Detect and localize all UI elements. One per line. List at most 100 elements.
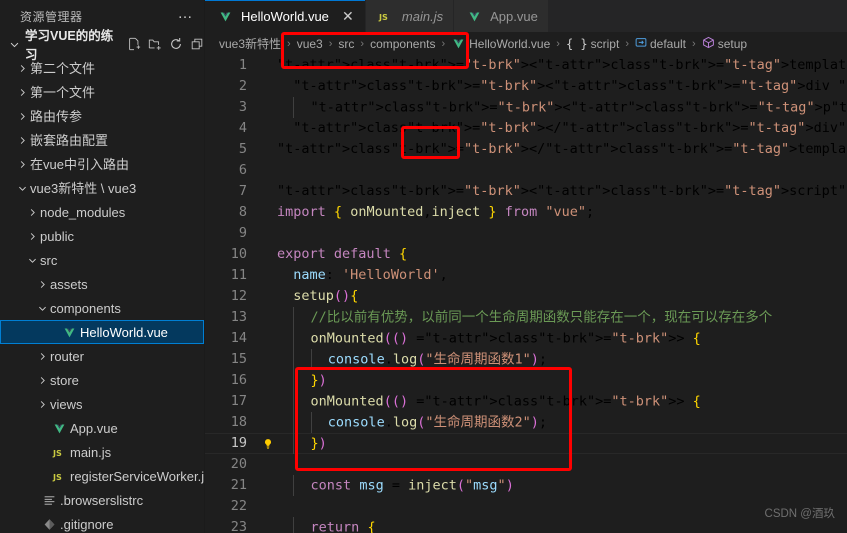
chevron-right-icon[interactable] — [34, 375, 50, 386]
breadcrumb-item-default[interactable]: default — [635, 36, 686, 51]
breadcrumb-item-setup[interactable]: setup — [702, 36, 747, 52]
chevron-down-icon[interactable] — [6, 39, 22, 50]
tree-item-views[interactable]: views — [0, 392, 204, 416]
code-line[interactable]: 2 "t-attr">class"t-brk">="t-brk"><"t-att… — [205, 76, 847, 97]
chevron-right-icon[interactable] — [34, 399, 50, 410]
tree-item-.browserslistrc[interactable]: .browserslistrc — [0, 488, 204, 512]
chevron-right-icon[interactable] — [14, 63, 30, 74]
line-number: 11 — [230, 267, 247, 283]
vscode-window: 资源管理器 … 学习VUE的的练习 第二个文件 第一个文件 路由传参 嵌套路由配… — [0, 0, 847, 533]
code-text: "t-attr">class"t-brk">="t-brk"></"t-attr… — [277, 141, 847, 157]
code-line[interactable]: 4 "t-attr">class"t-brk">="t-brk"></"t-at… — [205, 118, 847, 139]
code-line[interactable]: 6 — [205, 160, 847, 181]
more-actions-icon[interactable]: … — [178, 6, 195, 23]
breadcrumb-item-components[interactable]: components — [370, 37, 435, 51]
breadcrumb-separator-icon: › — [328, 37, 333, 50]
refresh-icon[interactable] — [169, 37, 183, 51]
code-line[interactable]: 18 console.log("生命周期函数2"); — [205, 411, 847, 433]
code-line[interactable]: 13 //比以前有优势，以前同一个生命周期函数只能存在一个，现在可以存在多个 — [205, 306, 847, 328]
code-line[interactable]: 16 }) — [205, 369, 847, 392]
tree-item-components[interactable]: components — [0, 296, 204, 320]
code-line[interactable]: 9 — [205, 223, 847, 244]
breadcrumb-item-src[interactable]: src — [338, 37, 354, 51]
tree-item-src[interactable]: src — [0, 248, 204, 272]
tree-item-vue3-vue3[interactable]: vue3新特性 \ vue3 — [0, 176, 204, 200]
code-line[interactable]: 17 onMounted(() ="t-attr">class"t-brk">=… — [205, 390, 847, 412]
module-icon — [635, 36, 647, 51]
chevron-down-icon[interactable] — [14, 183, 30, 194]
code-line[interactable]: 20 — [205, 454, 847, 475]
chevron-right-icon[interactable] — [24, 231, 40, 242]
breadcrumb-item-vue3-[interactable]: vue3新特性 — [219, 35, 281, 52]
breadcrumb-separator-icon: › — [360, 37, 365, 50]
indent-guide — [293, 390, 295, 412]
tree-item-public[interactable]: public — [0, 224, 204, 248]
tree-item--[interactable]: 路由传参 — [0, 104, 204, 128]
chevron-right-icon[interactable] — [14, 135, 30, 146]
code-line[interactable]: 22 — [205, 496, 847, 517]
breadcrumb-separator-icon: › — [287, 37, 291, 50]
code-line[interactable]: 14 onMounted(() ="t-attr">class"t-brk">=… — [205, 327, 847, 350]
chevron-right-icon[interactable] — [34, 279, 50, 290]
chevron-right-icon[interactable] — [14, 111, 30, 122]
code-line[interactable]: 3 "t-attr">class"t-brk">="t-brk"><"t-att… — [205, 96, 847, 118]
chevron-right-icon[interactable] — [24, 207, 40, 218]
code-line[interactable]: 12 setup(){ — [205, 286, 847, 307]
tree-item-store[interactable]: store — [0, 368, 204, 392]
code-line[interactable]: 15 console.log("生命周期函数1"); — [205, 348, 847, 370]
tree-item-main.js[interactable]: JS main.js — [0, 440, 204, 464]
new-folder-icon[interactable] — [148, 37, 162, 51]
breadcrumb-item-helloworld-vue[interactable]: HelloWorld.vue — [451, 37, 550, 51]
chevron-down-icon[interactable] — [34, 303, 50, 314]
tree-item-label: .browserslistrc — [60, 492, 144, 508]
code-text: name: 'HelloWorld', — [293, 267, 448, 283]
code-line[interactable]: 5 "t-attr">class"t-brk">="t-brk"></"t-att… — [205, 139, 847, 160]
breadcrumb-item-script[interactable]: { } script — [566, 37, 619, 51]
editor-tab-main-js[interactable]: JS main.js — [365, 0, 455, 32]
tree-item-label: store — [50, 372, 79, 388]
tree-item--vue-[interactable]: 在vue中引入路由 — [0, 152, 204, 176]
chevron-right-icon[interactable] — [14, 87, 30, 98]
tree-item-helloworld.vue[interactable]: HelloWorld.vue — [0, 320, 204, 344]
code-line[interactable]: 8 import { onMounted,inject } from "vue"; — [205, 202, 847, 223]
code-editor[interactable]: 1 "t-attr">class"t-brk">="t-brk"><"t-attr… — [205, 55, 847, 533]
tree-item-app.vue[interactable]: App.vue — [0, 416, 204, 440]
tree-item-registerserviceworker.js[interactable]: JS registerServiceWorker.js — [0, 464, 205, 488]
code-text: onMounted(() ="t-attr">class"t-brk">="t-… — [277, 327, 847, 350]
breadcrumb-label: components — [370, 36, 436, 51]
tree-item--[interactable]: 第二个文件 — [0, 56, 204, 80]
chevron-right-icon[interactable] — [14, 159, 30, 170]
tree-item-assets[interactable]: assets — [0, 272, 204, 296]
tree-item--[interactable]: 第一个文件 — [0, 80, 204, 104]
code-line[interactable]: 23 return { — [205, 516, 847, 533]
chevron-down-icon[interactable] — [24, 255, 40, 266]
code-line[interactable]: 1 "t-attr">class"t-brk">="t-brk"><"t-attr… — [205, 55, 847, 76]
workspace-root-row[interactable]: 学习VUE的的练习 — [0, 29, 204, 62]
code-line[interactable]: 11 name: 'HelloWorld', — [205, 265, 847, 286]
collapse-all-icon[interactable] — [190, 37, 204, 51]
code-line[interactable]: 19 }) — [205, 432, 847, 454]
code-line[interactable]: 21 const msg = inject("msg") — [205, 474, 847, 496]
lightbulb-quickfix-icon[interactable] — [259, 438, 277, 450]
tree-item-.gitignore[interactable]: .gitignore — [0, 512, 204, 533]
chevron-right-icon[interactable] — [34, 351, 50, 362]
code-line[interactable]: 7 "t-attr">class"t-brk">="t-brk"><"t-attr… — [205, 181, 847, 202]
tree-item--[interactable]: 嵌套路由配置 — [0, 128, 204, 152]
editor-tab-helloworld-vue[interactable]: HelloWorld.vue ✕ — [205, 0, 366, 32]
js-file-icon: JS — [50, 470, 68, 483]
close-icon[interactable]: ✕ — [341, 9, 355, 23]
line-number: 9 — [238, 225, 247, 241]
tree-item-node_modules[interactable]: node_modules — [0, 200, 204, 224]
tree-item-label: assets — [50, 276, 88, 292]
new-file-icon[interactable] — [127, 37, 141, 51]
breadcrumb-item-vue3[interactable]: vue3 — [297, 37, 323, 51]
code-line[interactable]: 10 export default { — [205, 244, 847, 265]
code-text: }) — [277, 369, 847, 392]
tree-item-label: 路由传参 — [30, 108, 83, 124]
indent-guide — [293, 369, 295, 391]
vue-file-icon — [50, 422, 68, 435]
code-text: "t-attr">class"t-brk">="t-brk"><"t-attr"… — [293, 78, 847, 94]
tree-item-router[interactable]: router — [0, 344, 204, 368]
editor-tab-app-vue[interactable]: App.vue — [454, 0, 549, 32]
breadcrumb-label: vue3 — [296, 36, 323, 51]
